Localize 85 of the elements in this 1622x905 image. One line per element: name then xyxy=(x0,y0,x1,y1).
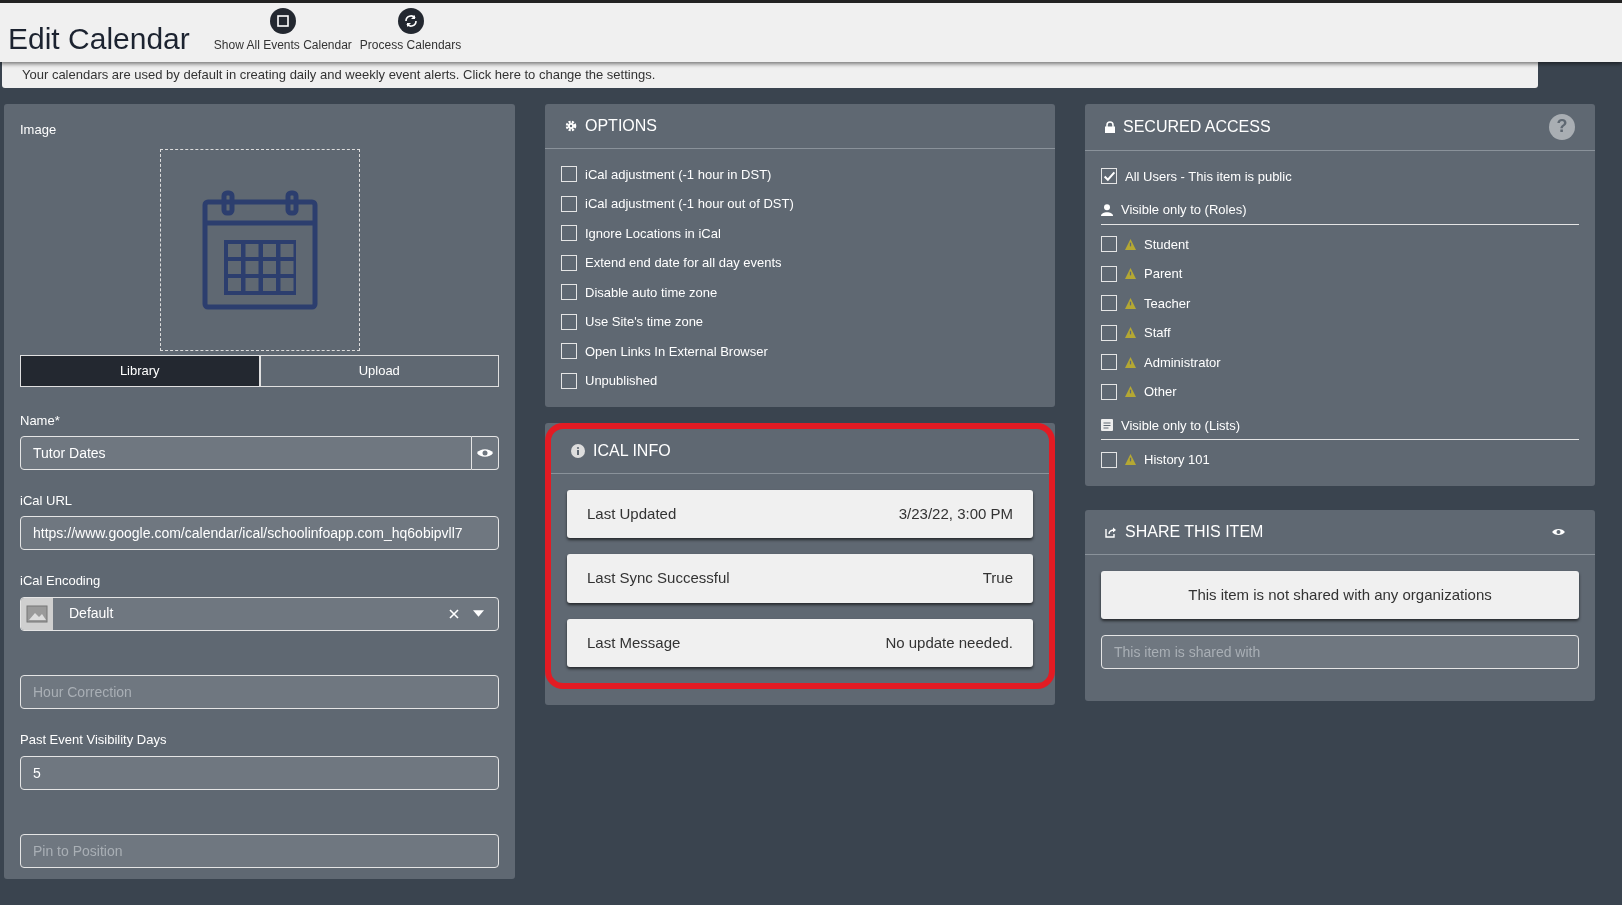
info-label: Last Sync Successful xyxy=(587,568,730,588)
group-heading: Visible only to (Lists) xyxy=(1121,416,1240,435)
checkbox[interactable] xyxy=(561,254,577,271)
text-field[interactable]: https://www.google.com/calendar/ical/schoolinfoapp.com_hq6obipvll7 xyxy=(20,516,499,551)
info-label: Last Updated xyxy=(587,503,677,524)
text-field[interactable]: 5 xyxy=(20,755,499,790)
checkbox[interactable] xyxy=(561,284,577,301)
clear-icon[interactable] xyxy=(449,608,459,619)
warning-icon xyxy=(1125,386,1136,398)
checkbox[interactable] xyxy=(561,313,577,330)
checkbox-label: Ignore Locations in iCal xyxy=(585,224,721,243)
panel-title: SECURED ACCESS xyxy=(1123,116,1272,137)
caret-icon[interactable] xyxy=(473,610,484,618)
field-label: Image xyxy=(20,120,58,139)
warning-icon xyxy=(1125,327,1136,339)
tab[interactable]: Upload xyxy=(259,355,499,387)
checkbox[interactable] xyxy=(561,343,577,360)
toolbar-button[interactable]: Process Calendars xyxy=(359,8,462,54)
eye-icon[interactable] xyxy=(1552,527,1565,536)
eye-icon xyxy=(476,448,493,458)
group-heading: Visible only to (Roles) xyxy=(1121,201,1247,219)
share-icon xyxy=(1105,525,1117,538)
checkbox-label: Student xyxy=(1144,235,1189,254)
lock-icon xyxy=(1105,120,1115,133)
select-value: Default xyxy=(69,604,115,624)
panel-title: ICAL INFO xyxy=(593,440,671,461)
checkbox[interactable] xyxy=(1101,236,1117,253)
checkbox-label: History 101 xyxy=(1144,451,1210,469)
person-icon xyxy=(1101,203,1113,216)
checkbox-label: Extend end date for all day events xyxy=(585,254,782,272)
checkbox[interactable] xyxy=(561,225,577,242)
info-label: Last Message xyxy=(587,632,681,653)
field-label: Past Event Visibility Days xyxy=(20,731,168,750)
info-value: True xyxy=(982,568,1013,588)
field-label: Name* xyxy=(20,411,61,430)
panel-title: SHARE THIS ITEM xyxy=(1125,521,1265,542)
toolbar-button[interactable]: Show All Events Calendar xyxy=(213,8,352,54)
text-field[interactable]: Pin to Position xyxy=(20,834,499,869)
visibility-toggle[interactable] xyxy=(471,436,499,470)
warning-icon xyxy=(1125,268,1136,280)
checkbox-label: Disable auto time zone xyxy=(585,283,718,302)
gear-icon xyxy=(565,119,577,132)
checkbox[interactable] xyxy=(561,195,577,212)
checkbox[interactable] xyxy=(1101,383,1117,400)
checkbox[interactable] xyxy=(1101,265,1117,282)
field-label: iCal URL xyxy=(20,491,73,510)
field-label: iCal Encoding xyxy=(20,572,102,591)
refresh-icon xyxy=(397,8,424,34)
page-title: Edit Calendar xyxy=(8,24,190,54)
checkbox[interactable] xyxy=(1101,324,1117,341)
check-icon xyxy=(1102,169,1116,183)
info-icon xyxy=(571,443,585,458)
warning-icon xyxy=(1125,356,1136,368)
tab[interactable]: Library xyxy=(20,355,260,387)
checkbox-label: iCal adjustment (-1 hour in DST) xyxy=(585,165,772,184)
checkbox[interactable] xyxy=(561,372,577,389)
select-field[interactable]: Default xyxy=(20,596,499,631)
panel-title: OPTIONS xyxy=(585,115,657,136)
checkbox[interactable] xyxy=(1101,168,1117,185)
info-value: 3/23/22, 3:00 PM xyxy=(898,503,1013,524)
image-icon xyxy=(21,597,53,630)
checkbox-label: iCal adjustment (-1 hour out of DST) xyxy=(585,195,794,213)
checkbox[interactable] xyxy=(1101,354,1117,371)
checkbox-label: Administrator xyxy=(1144,353,1221,372)
checkbox-label: All Users - This item is public xyxy=(1125,167,1292,186)
warning-icon xyxy=(1125,238,1136,250)
checkbox-label: Parent xyxy=(1144,265,1183,283)
document-icon xyxy=(1101,419,1113,432)
checkbox[interactable] xyxy=(561,166,577,183)
text-field[interactable]: Hour Correction xyxy=(20,675,499,710)
checkbox-label: Staff xyxy=(1144,324,1171,342)
checkbox-label: Teacher xyxy=(1144,294,1191,313)
warning-icon xyxy=(1125,454,1136,466)
warning-icon xyxy=(1125,297,1136,309)
checkbox[interactable] xyxy=(1101,295,1117,312)
checkbox-label: Use Site's time zone xyxy=(585,313,704,331)
checkbox[interactable] xyxy=(1101,451,1117,468)
checkbox-label: Other xyxy=(1144,383,1177,401)
share-search-field[interactable]: This item is shared with xyxy=(1101,635,1579,669)
share-message: This item is not shared with any organizations xyxy=(1101,570,1579,619)
text-field[interactable]: Tutor Dates xyxy=(20,436,472,470)
info-value: No update needed. xyxy=(885,632,1013,653)
notice-text[interactable]: Your calendars are used by default in creating daily and weekly event alerts. Click here to change the settings. xyxy=(2,62,1538,88)
checkbox-label: Open Links In External Browser xyxy=(585,342,768,361)
checkbox-label: Unpublished xyxy=(585,372,658,390)
